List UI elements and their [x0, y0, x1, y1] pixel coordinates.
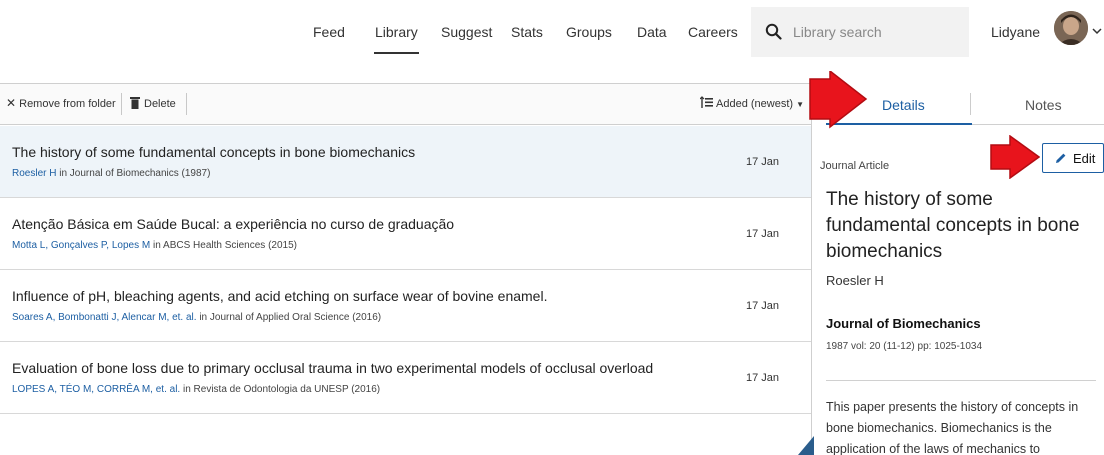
toolbar-divider: [186, 93, 187, 115]
remove-from-folder-label: Remove from folder: [19, 98, 116, 110]
document-source: in ABCS Health Sciences (2015): [150, 240, 297, 251]
document-source: in Revista de Odontologia da UNESP (2016…: [180, 384, 381, 395]
document-source: in Journal of Applied Oral Science (2016…: [196, 312, 382, 323]
nav-link-stats[interactable]: Stats: [511, 24, 543, 40]
detail-author[interactable]: Roesler H: [826, 273, 884, 288]
document-meta: Soares A, Bombonatti J, Alencar M, et. a…: [12, 312, 381, 323]
annotation-arrow-edit: [990, 135, 1040, 179]
toolbar-divider: [121, 93, 122, 115]
table-row[interactable]: Atenção Básica em Saúde Bucal: a experiê…: [0, 198, 811, 270]
remove-from-folder-button[interactable]: ✕ Remove from folder: [6, 96, 116, 110]
avatar-image: [1054, 11, 1088, 45]
document-source: in Journal of Biomechanics (1987): [56, 168, 211, 179]
avatar[interactable]: [1054, 11, 1088, 45]
tab-details[interactable]: Details: [882, 97, 925, 113]
tab-baseline: [972, 124, 1104, 125]
document-meta: Motta L, Gonçalves P, Lopes M in ABCS He…: [12, 240, 297, 251]
tab-divider: [970, 93, 971, 115]
document-authors[interactable]: Motta L, Gonçalves P, Lopes M: [12, 240, 150, 251]
document-meta: Roesler H in Journal of Biomechanics (19…: [12, 168, 210, 179]
annotation-arrow-details: [809, 71, 868, 129]
document-date: 17 Jan: [746, 372, 780, 384]
table-row[interactable]: Evaluation of bone loss due to primary o…: [0, 342, 811, 414]
panel-divider: [826, 380, 1096, 381]
document-title[interactable]: Influence of pH, bleaching agents, and a…: [12, 288, 547, 304]
trash-icon: [130, 97, 140, 109]
document-date: 17 Jan: [746, 300, 780, 312]
user-name[interactable]: Lidyane: [991, 24, 1040, 40]
close-icon: ✕: [6, 96, 17, 110]
details-panel: Details Notes Journal Article Edit The h…: [811, 83, 1104, 455]
document-title[interactable]: The history of some fundamental concepts…: [12, 144, 415, 160]
active-nav-underline: [374, 52, 419, 54]
detail-journal: Journal of Biomechanics: [826, 316, 981, 331]
nav-link-data[interactable]: Data: [637, 24, 667, 40]
document-date: 17 Jan: [746, 156, 780, 168]
document-date: 17 Jan: [746, 228, 780, 240]
table-row[interactable]: Influence of pH, bleaching agents, and a…: [0, 270, 811, 342]
sort-icon: [699, 96, 713, 108]
caret-down-icon: ▼: [796, 100, 805, 109]
document-meta: LOPES A, TÉO M, CORRÊA M, et. al. in Rev…: [12, 384, 380, 395]
nav-link-careers[interactable]: Careers: [688, 24, 738, 40]
nav-link-library[interactable]: Library: [375, 24, 418, 40]
document-type: Journal Article: [820, 160, 890, 172]
top-navigation: Feed Library Suggest Stats Groups Data C…: [0, 0, 1104, 64]
tab-notes[interactable]: Notes: [1025, 97, 1062, 113]
scroll-corner-marker: [798, 436, 814, 455]
library-toolbar: ✕ Remove from folder Delete Added (newes…: [0, 83, 811, 125]
document-authors[interactable]: Soares A, Bombonatti J, Alencar M, et. a…: [12, 312, 197, 323]
table-row[interactable]: The history of some fundamental concepts…: [0, 126, 811, 198]
search-input[interactable]: Library search: [793, 24, 882, 40]
delete-label: Delete: [144, 98, 176, 110]
edit-button[interactable]: Edit: [1042, 143, 1104, 173]
chevron-down-icon[interactable]: [1092, 26, 1102, 36]
sort-label: Added (newest): [716, 98, 794, 110]
edit-label: Edit: [1073, 151, 1096, 166]
sort-dropdown[interactable]: Added (newest) ▼: [699, 96, 805, 110]
detail-abstract: This paper presents the history of conce…: [826, 400, 1079, 455]
detail-citation: 1987 vol: 20 (11-12) pp: 1025-1034: [826, 341, 983, 352]
library-search-box[interactable]: Library search: [751, 7, 969, 57]
detail-title: The history of some fundamental concepts…: [826, 189, 1080, 262]
document-title[interactable]: Atenção Básica em Saúde Bucal: a experiê…: [12, 216, 454, 232]
document-authors[interactable]: Roesler H: [12, 168, 56, 179]
nav-link-groups[interactable]: Groups: [566, 24, 612, 40]
pencil-icon: [1056, 153, 1066, 163]
nav-link-suggest[interactable]: Suggest: [441, 24, 492, 40]
nav-link-feed[interactable]: Feed: [313, 24, 345, 40]
delete-button[interactable]: Delete: [130, 96, 176, 110]
document-authors[interactable]: LOPES A, TÉO M, CORRÊA M, et. al.: [12, 384, 180, 395]
document-title[interactable]: Evaluation of bone loss due to primary o…: [12, 360, 653, 376]
search-icon: [765, 23, 782, 40]
